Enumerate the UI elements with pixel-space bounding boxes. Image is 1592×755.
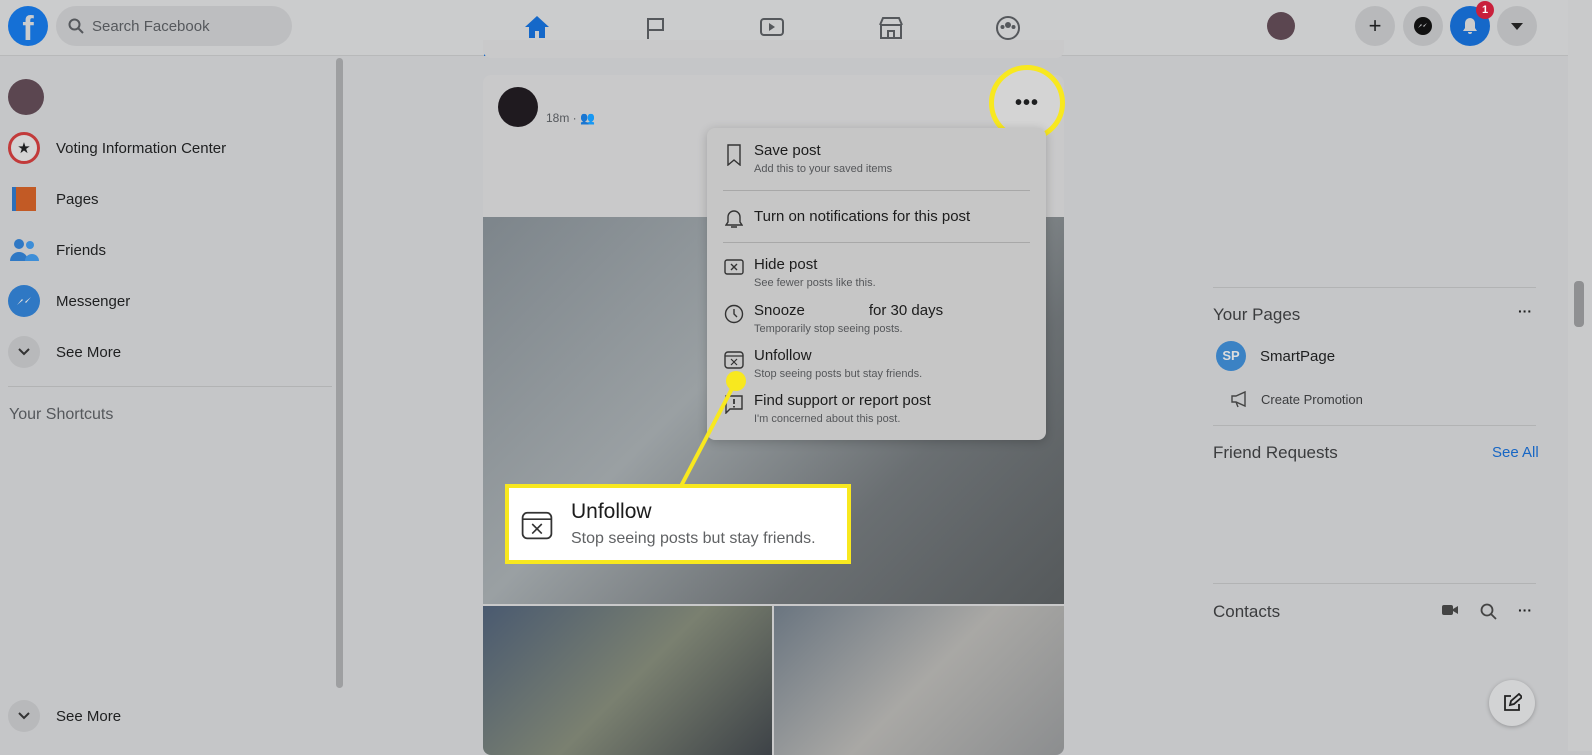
see-all-link[interactable]: See All [1492, 444, 1539, 461]
divider [723, 242, 1030, 243]
more-dots-icon: ••• [1014, 91, 1039, 114]
search-placeholder: Search Facebook [92, 17, 210, 35]
divider [1213, 287, 1536, 288]
create-button[interactable]: + [1355, 6, 1395, 46]
plus-icon: + [1368, 13, 1382, 38]
bell-icon [1463, 18, 1477, 34]
divider [8, 386, 332, 387]
messenger-icon [8, 285, 40, 317]
menu-subtitle: Add this to your saved items [754, 163, 893, 175]
sidebar-label: Friends [56, 241, 107, 259]
sidebar-item-pages[interactable]: Pages [8, 175, 99, 223]
sidebar-label: Pages [56, 190, 99, 208]
menu-title: Save post [754, 142, 821, 159]
friends-audience-icon: 👥 [580, 111, 595, 125]
menu-item-unfollow[interactable]: Unfollow Stop seeing posts but stay frien… [723, 347, 922, 380]
menu-subtitle: See fewer posts like this. [754, 277, 876, 289]
callout-title: Unfollow [571, 500, 652, 523]
flag-icon [647, 18, 664, 39]
hide-icon [723, 256, 745, 289]
sidebar-see-more[interactable]: See More [8, 328, 121, 376]
notification-badge: 1 [1476, 1, 1494, 19]
create-promotion-button[interactable]: Create Promotion [1230, 390, 1363, 408]
divider [1213, 583, 1536, 584]
new-message-button[interactable] [1489, 680, 1535, 726]
menu-subtitle: I'm concerned about this post. [754, 413, 901, 425]
menu-title: Unfollow [754, 347, 812, 364]
compose-icon [1504, 693, 1522, 711]
menu-subtitle: Stop seeing posts but stay friends. [754, 368, 923, 380]
menu-title: Hide post [754, 256, 818, 273]
shortcuts-see-more[interactable]: See More [8, 692, 121, 740]
callout-subtitle: Stop seeing posts but stay friends. [571, 530, 816, 547]
menu-item-snooze[interactable]: Snooze for 30 days Temporarily stop seeing… [723, 302, 943, 335]
shortcuts-title: Your Shortcuts [9, 406, 114, 423]
menu-item-hide-post[interactable]: Hide post See fewer posts like this. [723, 256, 876, 289]
contacts-more-icon[interactable]: ··· [1518, 602, 1532, 618]
post-time[interactable]: 18m · 👥 [546, 111, 595, 125]
search-icon [68, 18, 84, 34]
menu-title: Find support or report post [754, 392, 931, 409]
facebook-logo[interactable]: f [8, 6, 48, 46]
sidebar-label: Messenger [56, 292, 131, 310]
user-avatar[interactable] [8, 79, 44, 115]
unfollow-icon [521, 511, 553, 540]
home-icon [525, 15, 549, 38]
profile-avatar[interactable] [1267, 12, 1295, 40]
post-options-menu: Save post Add this to your saved items Tu… [707, 128, 1046, 440]
callout-pointer [678, 371, 746, 489]
chevron-down-icon [8, 700, 40, 732]
sidebar-item-messenger[interactable]: Messenger [8, 277, 130, 325]
page-avatar[interactable]: SP [1216, 341, 1246, 371]
page-scrollbar[interactable] [1568, 0, 1592, 751]
caret-down-icon [1511, 23, 1523, 30]
your-pages-title: Your Pages [1213, 305, 1301, 324]
search-input[interactable]: Search Facebook [56, 6, 292, 46]
post-photo-2[interactable] [483, 606, 772, 755]
sidebar-label: See More [56, 707, 122, 725]
menu-title: Turn on notifications for this post [754, 208, 971, 225]
account-menu-button[interactable] [1497, 6, 1537, 46]
clock-icon [723, 302, 745, 335]
store-icon [879, 17, 903, 39]
previous-post [483, 40, 1064, 58]
video-icon [760, 18, 784, 36]
menu-subtitle: Temporarily stop seeing posts. [754, 323, 903, 335]
sidebar-item-voting[interactable]: ★ Voting Information Center [8, 124, 226, 172]
megaphone-icon [1231, 390, 1246, 408]
divider [1213, 425, 1536, 426]
sidebar-label: See More [56, 343, 122, 361]
friends-icon [8, 234, 40, 266]
chevron-down-icon [8, 336, 40, 368]
post-author-avatar[interactable] [498, 87, 538, 127]
contacts-title: Contacts [1213, 602, 1281, 621]
your-pages-more-icon[interactable]: ··· [1518, 303, 1532, 319]
sidebar-label: Voting Information Center [56, 139, 227, 157]
page-name[interactable]: SmartPage [1260, 348, 1335, 365]
post-photo-3[interactable] [774, 606, 1064, 755]
voting-icon: ★ [8, 132, 40, 164]
search-contacts-icon[interactable] [1480, 603, 1498, 621]
friend-requests-title: Friend Requests [1213, 443, 1338, 462]
menu-title: Snooze [754, 302, 805, 319]
scrollbar-thumb[interactable] [1574, 281, 1584, 327]
flag-icon [8, 183, 40, 215]
groups-icon [996, 16, 1020, 40]
sidebar-scrollbar[interactable] [336, 58, 343, 688]
divider [723, 190, 1030, 191]
unfollow-callout: Unfollow Stop seeing posts but stay frien… [505, 484, 851, 564]
menu-item-report[interactable]: Find support or report post I'm concerned… [723, 392, 931, 425]
menu-item-notifications[interactable]: Turn on notifications for this post [723, 208, 970, 230]
bookmark-icon [723, 142, 745, 175]
video-call-icon[interactable] [1441, 603, 1459, 617]
menu-item-save-post[interactable]: Save post Add this to your saved items [723, 142, 892, 175]
create-promotion-label: Create Promotion [1261, 391, 1363, 407]
bell-icon [723, 208, 745, 230]
menu-title-suffix: for 30 days [868, 302, 944, 319]
messenger-icon [1414, 17, 1432, 35]
messenger-button[interactable] [1403, 6, 1443, 46]
sidebar-item-friends[interactable]: Friends [8, 226, 106, 274]
